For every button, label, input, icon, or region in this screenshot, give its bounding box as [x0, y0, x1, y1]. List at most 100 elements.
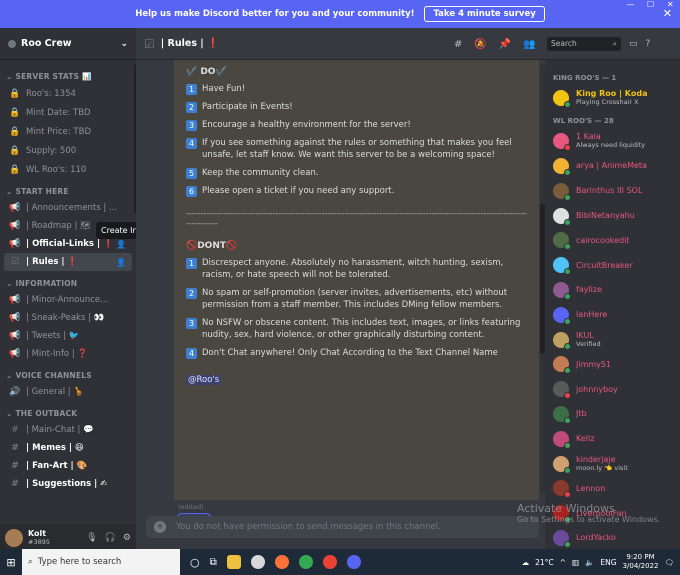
window-controls: — ☐ ✕ — [620, 0, 680, 12]
avatar[interactable] — [553, 430, 571, 449]
member-item[interactable]: johnnyboy — [553, 377, 676, 402]
channel-main-chat[interactable]: # | Main-Chat | 💬 — [4, 421, 132, 439]
add-member-icon[interactable]: 👤 — [116, 240, 126, 249]
avatar[interactable] — [553, 257, 571, 276]
chrome-icon[interactable] — [322, 555, 337, 569]
firefox-icon[interactable] — [274, 555, 289, 569]
header-toolbar: # 🔕 📌 👥 — [454, 28, 536, 60]
member-item[interactable]: faylize — [553, 278, 676, 303]
chevron-down-icon[interactable]: ⌄ — [120, 39, 128, 49]
channel-tweets[interactable]: 📢 | Tweets | 🐦 — [4, 327, 132, 345]
headphones-icon[interactable]: 🎧 — [105, 533, 116, 543]
member-item[interactable]: IKUL Verified — [553, 327, 676, 352]
avatar[interactable] — [553, 182, 571, 201]
stat-channel[interactable]: 🔒 WL Roo's: 110 — [4, 160, 132, 179]
chrome-icon[interactable] — [298, 555, 313, 569]
avatar[interactable] — [553, 381, 571, 400]
language-indicator[interactable]: ENG — [600, 558, 616, 567]
channel-rules[interactable]: ☑ | Rules | ❗ 👤 — [4, 253, 132, 271]
member-item[interactable]: Kellz — [553, 426, 676, 451]
channel-sneak-peaks[interactable]: 📢 | Sneak-Peaks | 👀 — [4, 309, 132, 327]
add-member-icon[interactable]: 👤 — [116, 258, 126, 267]
windows-start-icon[interactable]: ⊞ — [0, 549, 22, 575]
network-icon[interactable]: ▥ — [572, 558, 579, 567]
member-item[interactable]: LordYacko — [553, 526, 676, 549]
avatar[interactable] — [553, 133, 571, 152]
search-input[interactable]: Search ⌕ — [547, 36, 621, 51]
member-item[interactable]: kinderjaje moon.ly 👈 visit — [553, 451, 676, 476]
avatar[interactable] — [553, 529, 571, 548]
voice-channel-general[interactable]: 🔊 | General | 🦒 — [4, 383, 132, 401]
window-close-icon[interactable]: ✕ — [667, 0, 674, 12]
task-view-icon[interactable]: ⧉ — [210, 557, 217, 568]
inbox-icon[interactable]: ▭ — [629, 39, 638, 49]
megaphone-icon: 📢 — [9, 239, 21, 249]
gear-icon[interactable]: ⚙ — [123, 533, 131, 543]
status-indicator — [564, 491, 571, 499]
avatar[interactable] — [5, 528, 23, 547]
discord-icon[interactable] — [346, 555, 361, 569]
mute-bell-icon[interactable]: 🔕 — [474, 39, 486, 50]
file-explorer-icon[interactable] — [226, 555, 241, 569]
member-item[interactable]: King Roo | Koda Playing Crosshair X — [553, 86, 676, 111]
microphone-icon[interactable]: 🎙 — [86, 533, 97, 543]
notification-icon[interactable]: 🗨 — [664, 558, 674, 567]
stat-channel[interactable]: 🔒 Supply: 500 — [4, 141, 132, 160]
survey-button[interactable]: Take 4 minute survey — [424, 6, 545, 22]
category-the-outback[interactable]: ⌄ THE OUTBACK — [6, 409, 132, 418]
member-item[interactable]: CircuitBreaker — [553, 253, 676, 278]
pin-icon[interactable]: 📌 — [499, 39, 511, 50]
member-item[interactable]: arya | AnimeMeta — [553, 154, 676, 179]
server-header[interactable]: Roo Crew ⌄ — [0, 28, 136, 60]
category-server-stats[interactable]: ⌄ SERVER STATS 📊 — [6, 72, 132, 81]
avatar[interactable] — [553, 405, 571, 424]
taskbar-search-input[interactable]: ⌕ Type here to search — [22, 549, 180, 575]
volume-icon[interactable]: 🔈 — [585, 558, 594, 567]
avatar[interactable] — [553, 90, 571, 109]
channel-fan-art[interactable]: # | Fan-Art | 🎨 — [4, 457, 132, 475]
channel-announcements[interactable]: 📢 | Announcements | ... — [4, 199, 132, 217]
avatar[interactable] — [553, 281, 571, 300]
channel-minor-announcements[interactable]: 📢 | Minor-Announce... — [4, 291, 132, 309]
member-item[interactable]: cairocookedit — [553, 228, 676, 253]
avatar[interactable] — [553, 455, 571, 474]
avatar[interactable] — [553, 356, 571, 375]
avatar[interactable] — [553, 480, 571, 499]
stat-channel[interactable]: 🔒 Roo's: 1354 — [4, 84, 132, 103]
stat-channel[interactable]: 🔒 Mint Date: TBD — [4, 103, 132, 122]
member-item[interactable]: 1 Kala Always need liquidity — [553, 129, 676, 154]
clock[interactable]: 9:20 PM 3/04/2022 — [623, 553, 659, 571]
member-item[interactable]: Lennon — [553, 476, 676, 501]
avatar[interactable] — [553, 331, 571, 350]
help-icon[interactable]: ? — [646, 39, 651, 49]
category-information[interactable]: ⌄ INFORMATION — [6, 279, 132, 288]
app-icon[interactable] — [250, 555, 265, 569]
maximize-icon[interactable]: ☐ — [647, 0, 654, 12]
stat-channel[interactable]: 🔒 Mint Price: TBD — [4, 122, 132, 141]
avatar[interactable] — [553, 207, 571, 226]
category-voice-channels[interactable]: ⌄ VOICE CHANNELS — [6, 371, 132, 380]
category-start-here[interactable]: ⌄ START HERE — [6, 187, 132, 196]
rules-channel-icon: ☑ — [144, 36, 155, 51]
member-item[interactable]: Jimmy51 — [553, 352, 676, 377]
member-item[interactable]: IanHere — [553, 302, 676, 327]
channel-mint-info[interactable]: 📢 | Mint-Info | ❓ — [4, 345, 132, 363]
member-item[interactable]: Jtb — [553, 402, 676, 427]
threads-icon[interactable]: # — [454, 39, 462, 50]
cortana-icon[interactable]: ○ — [190, 556, 200, 569]
role-mention[interactable]: @Roo's — [186, 375, 222, 385]
member-list-icon[interactable]: 👥 — [523, 39, 535, 50]
member-name: arya | AnimeMeta — [576, 161, 647, 171]
member-item[interactable]: BibiNetanyahu — [553, 203, 676, 228]
member-item[interactable]: Barinthus III SOL — [553, 178, 676, 203]
chevron-up-icon[interactable]: ^ — [560, 558, 566, 567]
avatar[interactable] — [553, 306, 571, 325]
minimize-icon[interactable]: — — [626, 0, 634, 12]
rule-item: 2 No spam or self-promotion (server invit… — [186, 287, 527, 311]
avatar[interactable] — [553, 232, 571, 251]
weather-icon[interactable]: ☁ — [522, 558, 530, 567]
avatar[interactable] — [553, 157, 571, 176]
donts-heading: 🚫DONT🚫 — [186, 241, 238, 251]
channel-suggestions[interactable]: # | Suggestions | ✍ — [4, 475, 132, 493]
channel-memes[interactable]: # | Memes | 😆 — [4, 439, 132, 457]
